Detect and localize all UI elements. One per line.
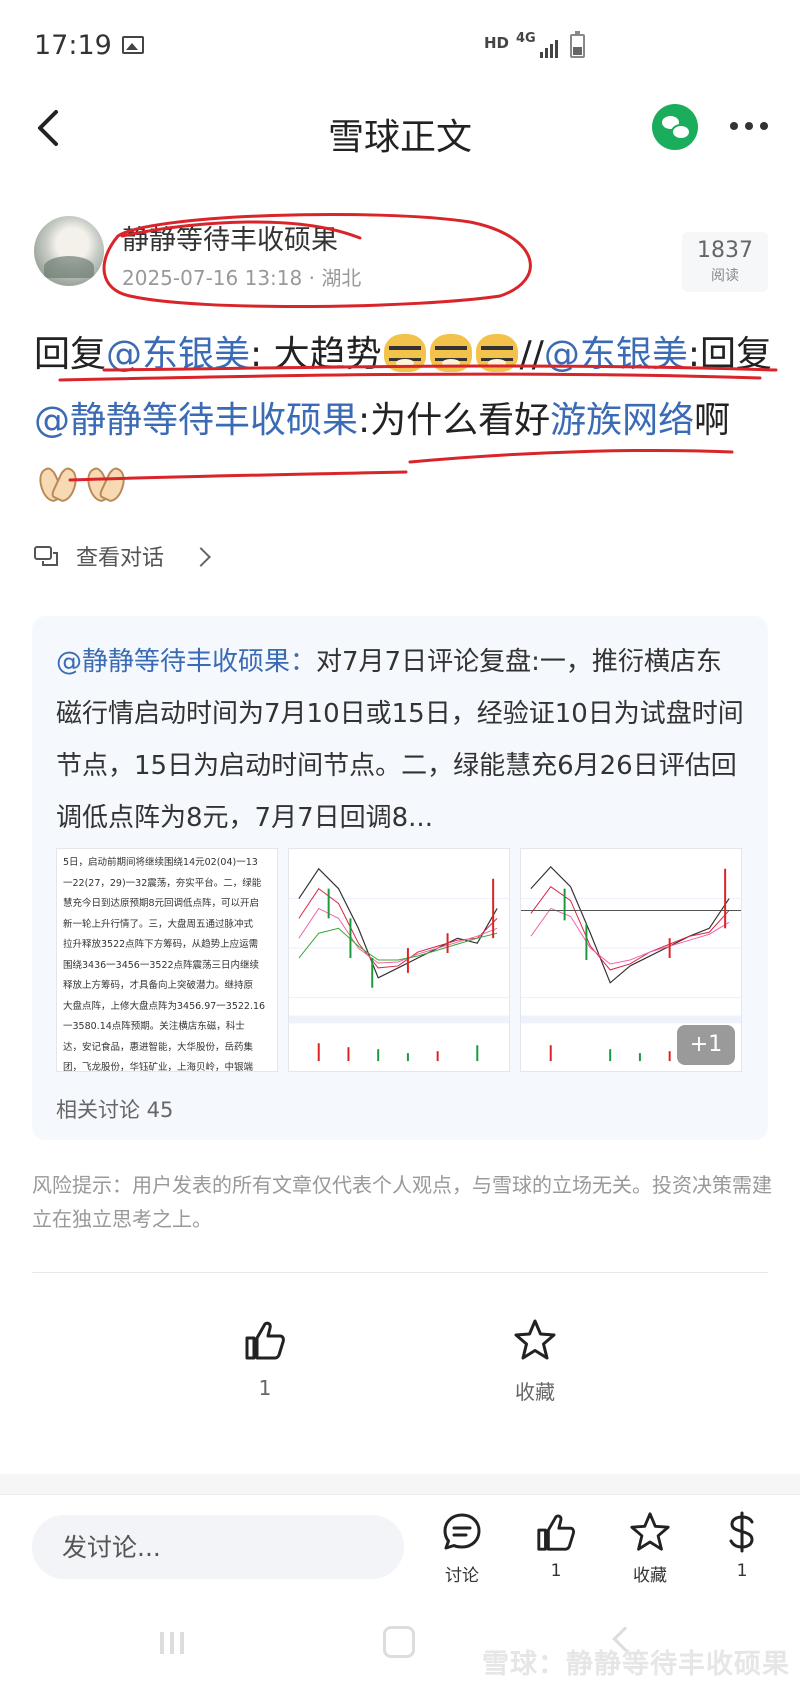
comment-input[interactable] xyxy=(32,1515,404,1579)
author-name[interactable]: 静静等待丰收硕果 xyxy=(122,218,338,257)
view-conversation-label: 查看对话 xyxy=(76,546,165,571)
thumbnail-text-line: 慧充今日到达原预期8元回调低点阵，可以开启 xyxy=(63,898,260,909)
bottom-favorite-label: 收藏 xyxy=(633,1566,667,1586)
bottom-action-bar: 讨论 1 收藏 1 xyxy=(0,1494,800,1606)
mention-link[interactable]: @静静等待丰收硕果 xyxy=(34,400,358,441)
status-bar: 17:19 HD 4G xyxy=(0,0,800,96)
discuss-label: 讨论 xyxy=(445,1566,479,1586)
avatar[interactable] xyxy=(34,216,104,286)
body-text: // xyxy=(519,334,544,375)
mention-link[interactable]: @东银美 xyxy=(106,334,250,375)
section-separator xyxy=(0,1474,800,1494)
network-type: 4G xyxy=(516,31,536,46)
battery-icon xyxy=(570,31,585,58)
signal-icon xyxy=(540,36,562,58)
bottom-like-button[interactable]: 1 xyxy=(516,1511,596,1581)
praying-hands-emoji-icon xyxy=(34,462,78,502)
thumbnail-text-line: 围绕3436一3456一3522点阵震荡三日内继续 xyxy=(63,959,260,971)
thumbnail-text-line: 团，飞龙股份，华钰矿业，上海贝岭，中银端 xyxy=(63,1062,254,1072)
discuss-button[interactable]: 讨论 xyxy=(422,1511,502,1586)
meta-separator: · xyxy=(302,266,322,290)
praying-hands-emoji-icon xyxy=(82,462,126,502)
chat-bubbles-icon xyxy=(34,546,58,566)
post-body: 回复@东银美: 大趋势//@东银美:回复@静静等待丰收硕果:为什么看好游族网络啊 xyxy=(34,322,774,520)
network-quality: HD xyxy=(484,34,510,52)
bottom-like-count: 1 xyxy=(550,1561,562,1581)
read-count: 1837 xyxy=(697,238,753,263)
image-thumbnail-chart[interactable]: +1 xyxy=(520,848,742,1072)
body-text: :回复 xyxy=(687,334,773,375)
star-icon xyxy=(630,1512,670,1551)
image-thumbnail-text[interactable]: 5日，启动前期间将继续围绕14元02(04)一13 一22(27，29)一32震荡… xyxy=(56,848,278,1072)
read-label: 阅读 xyxy=(711,268,739,284)
quoted-post-text: @静静等待丰收硕果：对7月7日评论复盘:一，推衍横店东磁行情启动时间为7月10日… xyxy=(56,636,746,844)
more-options-icon[interactable] xyxy=(730,122,770,132)
stock-chart-image xyxy=(289,849,509,1071)
star-icon xyxy=(514,1319,556,1360)
thumbnail-text-line: 释放上方筹码，才具备向上突破潜力。继持原 xyxy=(63,980,254,991)
image-thumbnail-chart[interactable] xyxy=(288,848,510,1072)
doge-emoji-icon xyxy=(429,334,472,372)
more-images-badge[interactable]: +1 xyxy=(677,1025,735,1065)
bottom-favorite-button[interactable]: 收藏 xyxy=(610,1511,690,1586)
home-icon[interactable] xyxy=(383,1626,415,1658)
mention-link[interactable]: @静静等待丰收硕果： xyxy=(56,647,316,677)
post-location: 湖北 xyxy=(321,266,362,290)
thumbnail-text-line: 拉升释放3522点阵下方筹码，从趋势上应运需 xyxy=(63,939,259,950)
doge-emoji-icon xyxy=(383,334,426,372)
watermark: 雪球：静静等待丰收硕果 xyxy=(482,1649,790,1680)
wechat-share-icon[interactable] xyxy=(652,104,698,150)
thumbnail-text-line: 新一轮上升行情了。三，大盘周五通过脉冲式 xyxy=(63,918,254,930)
thumbnail-text-line: 一3580.14点阵预期。关注横店东磁，科士 xyxy=(63,1021,245,1032)
thumbnail-text-line: 5日，启动前期间将继续围绕14元02(04)一13 xyxy=(63,857,258,868)
thumbnail-text-block: 5日，启动前期间将继续围绕14元02(04)一13 一22(27，29)一32震荡… xyxy=(57,849,277,1072)
image-notification-icon xyxy=(122,36,144,54)
read-count-box: 1837 阅读 xyxy=(682,232,768,292)
related-discussions-link[interactable]: 相关讨论 45 xyxy=(56,1094,173,1124)
thumbnail-text-line: 大盘点阵，上修大盘点阵为3456.97一3522.16 xyxy=(63,1000,266,1012)
favorite-button[interactable]: 收藏 xyxy=(475,1318,595,1405)
doge-emoji-icon xyxy=(475,334,518,372)
risk-notice: 风险提示：用户发表的所有文章仅代表个人观点，与雪球的立场无关。投资决策需建立在独… xyxy=(32,1173,772,1231)
mention-link[interactable]: @东银美 xyxy=(544,334,688,375)
body-text: 啊 xyxy=(694,400,731,441)
post-timestamp: 2025-07-16 13:18 xyxy=(122,266,303,290)
body-text: 回复 xyxy=(34,334,107,375)
thumbs-up-icon xyxy=(245,1321,285,1360)
thumbnail-text-line: 一22(27，29)一32震荡，夯实平台。二，绿能 xyxy=(63,877,262,889)
divider xyxy=(32,1272,768,1273)
discuss-bubble-icon xyxy=(443,1513,481,1550)
reward-count: 1 xyxy=(736,1561,748,1581)
thumbs-up-icon xyxy=(537,1514,575,1551)
dollar-icon xyxy=(729,1511,754,1553)
reward-button[interactable]: 1 xyxy=(702,1511,782,1581)
thumbnail-text-line: 达，安记食品，惠进智能，大华股份，岳药集 xyxy=(63,1041,254,1053)
favorite-label: 收藏 xyxy=(515,1380,555,1404)
post-meta: 2025-07-16 13:18 · 湖北 xyxy=(122,262,361,291)
like-button[interactable]: 1 xyxy=(205,1318,325,1400)
chevron-right-icon xyxy=(191,547,211,567)
like-count: 1 xyxy=(258,1376,272,1400)
body-text: : 大趋势 xyxy=(250,334,382,375)
stock-topic-link[interactable]: 游族网络 xyxy=(550,400,694,441)
status-time: 17:19 xyxy=(34,30,112,61)
system-navigation-bar: 雪球：静静等待丰收硕果 xyxy=(0,1606,800,1689)
quoted-post-card[interactable]: @静静等待丰收硕果：对7月7日评论复盘:一，推衍横店东磁行情启动时间为7月10日… xyxy=(32,616,768,1140)
recent-apps-icon[interactable] xyxy=(160,1632,186,1654)
body-text: :为什么看好 xyxy=(358,400,551,441)
